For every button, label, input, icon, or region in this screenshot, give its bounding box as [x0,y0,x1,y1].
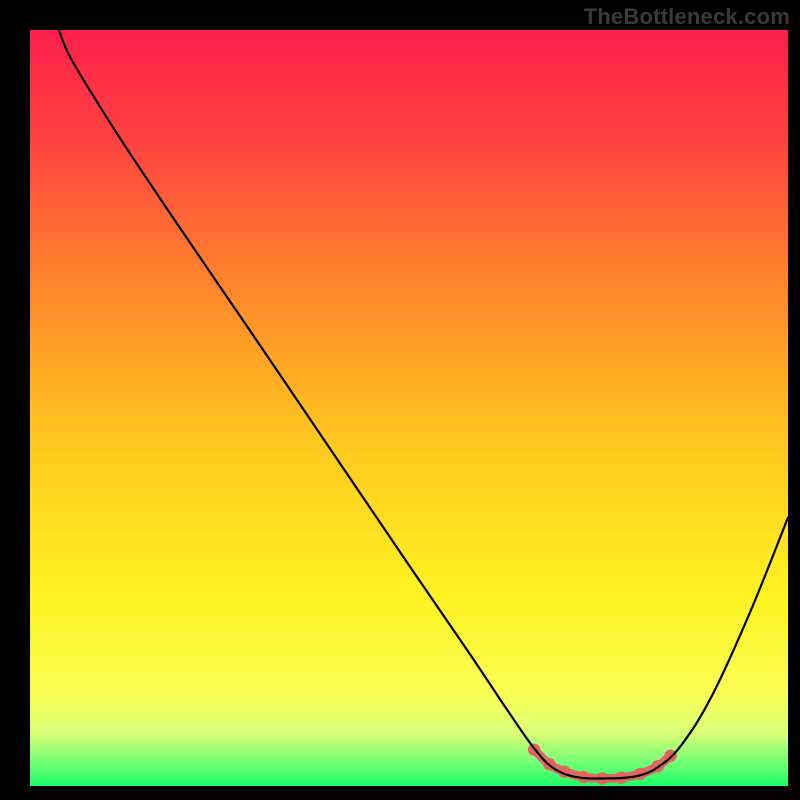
bottleneck-chart [0,0,800,800]
watermark-text: TheBottleneck.com [584,4,790,30]
plot-background [30,30,788,786]
chart-frame: TheBottleneck.com [0,0,800,800]
